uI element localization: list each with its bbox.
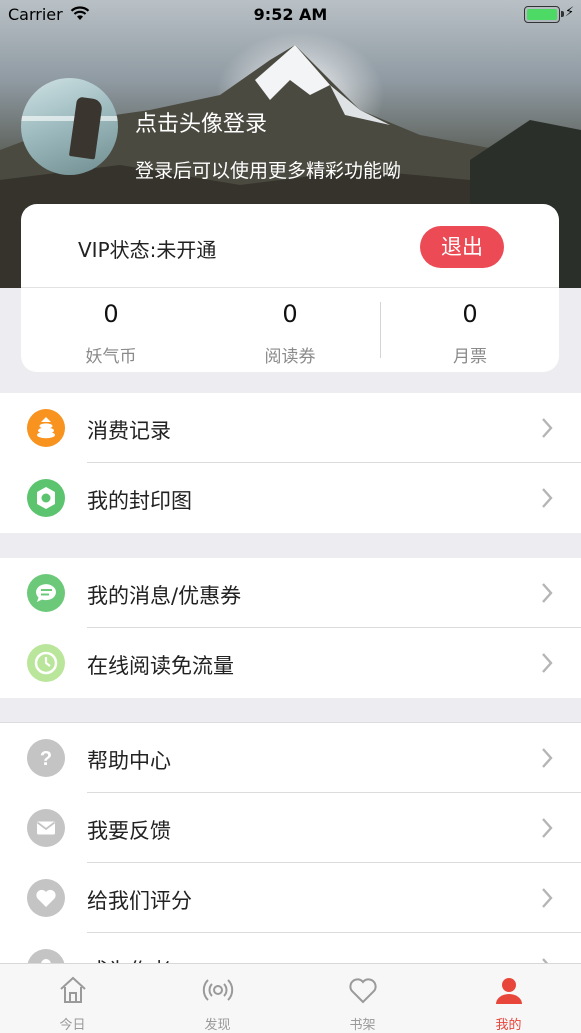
- tab-today[interactable]: 今日: [0, 964, 145, 1033]
- stat-vouchers-label: 阅读券: [264, 347, 316, 367]
- menu-item-messages-coupons[interactable]: 我的消息/优惠券: [0, 558, 581, 628]
- menu-label: 我的封印图: [87, 489, 192, 513]
- menu-item-help-center[interactable]: ? 帮助中心: [0, 723, 581, 793]
- chevron-right-icon: [542, 748, 553, 768]
- stat-coins-label: 妖气币: [85, 347, 137, 367]
- menu-item-seal-gallery[interactable]: 我的封印图: [0, 463, 581, 533]
- menu-group-support: ? 帮助中心 我要反馈 给我们评分: [0, 722, 581, 1003]
- stat-vouchers-value: 0: [282, 300, 298, 328]
- tab-bookshelf[interactable]: 书架: [290, 964, 435, 1033]
- stat-coins[interactable]: 0 妖气币: [21, 300, 201, 367]
- menu-group-account: 消费记录 我的封印图: [0, 393, 581, 533]
- menu-label: 我要反馈: [87, 819, 171, 843]
- tab-label: 我的: [495, 1018, 522, 1033]
- home-icon: [60, 976, 86, 1003]
- mail-icon: [27, 809, 65, 847]
- tab-discover[interactable]: 发现: [145, 964, 290, 1033]
- stat-monthly-ticket[interactable]: 0 月票: [380, 300, 560, 367]
- vip-status: VIP状态:未开通: [78, 238, 217, 262]
- clock-icon: [27, 644, 65, 682]
- tab-label: 今日: [59, 1018, 86, 1033]
- avatar[interactable]: [21, 78, 118, 175]
- chevron-right-icon: [542, 888, 553, 908]
- menu-item-rate-us[interactable]: 给我们评分: [0, 863, 581, 933]
- tab-mine[interactable]: 我的: [436, 964, 581, 1033]
- menu-label: 给我们评分: [87, 889, 192, 913]
- tab-label: 发现: [204, 1018, 231, 1033]
- seal-icon: [27, 479, 65, 517]
- battery-icon: [524, 6, 564, 23]
- question-icon: ?: [27, 739, 65, 777]
- login-prompt[interactable]: 点击头像登录: [135, 106, 267, 138]
- coins-icon: [27, 409, 65, 447]
- login-subtitle: 登录后可以使用更多精彩功能呦: [135, 160, 402, 182]
- svg-text:?: ?: [40, 748, 52, 770]
- heart-outline-icon: [349, 978, 377, 1004]
- chevron-right-icon: [542, 488, 553, 508]
- broadcast-icon: [202, 979, 234, 1001]
- chevron-right-icon: [542, 653, 553, 673]
- heart-icon: [27, 879, 65, 917]
- stat-monthly-ticket-value: 0: [462, 300, 478, 328]
- menu-label: 帮助中心: [87, 749, 171, 773]
- menu-label: 在线阅读免流量: [87, 654, 234, 678]
- menu-label: 我的消息/优惠券: [87, 584, 242, 608]
- menu-group-messages: 我的消息/优惠券 在线阅读免流量: [0, 558, 581, 698]
- stat-monthly-ticket-label: 月票: [453, 347, 487, 367]
- chevron-right-icon: [542, 583, 553, 603]
- status-bar: Carrier 9:52 AM ⚡: [0, 0, 581, 30]
- tab-bar: 今日 发现 书架 我的: [0, 963, 581, 1033]
- logout-button[interactable]: 退出: [420, 226, 504, 268]
- menu-item-free-data-reading[interactable]: 在线阅读免流量: [0, 628, 581, 698]
- card-divider: [21, 287, 559, 288]
- tab-label: 书架: [349, 1018, 376, 1033]
- person-icon: [496, 978, 522, 1004]
- chevron-right-icon: [542, 818, 553, 838]
- message-icon: [27, 574, 65, 612]
- chevron-right-icon: [542, 418, 553, 438]
- status-time: 9:52 AM: [253, 5, 328, 24]
- stat-coins-value: 0: [103, 300, 119, 328]
- menu-item-purchase-history[interactable]: 消费记录: [0, 393, 581, 463]
- menu-item-feedback[interactable]: 我要反馈: [0, 793, 581, 863]
- menu-label: 消费记录: [87, 419, 171, 443]
- stat-vouchers[interactable]: 0 阅读券: [200, 300, 380, 367]
- account-card: VIP状态:未开通 退出 0 妖气币 0 阅读券 0 月票: [21, 204, 559, 372]
- charging-icon: ⚡: [565, 5, 575, 20]
